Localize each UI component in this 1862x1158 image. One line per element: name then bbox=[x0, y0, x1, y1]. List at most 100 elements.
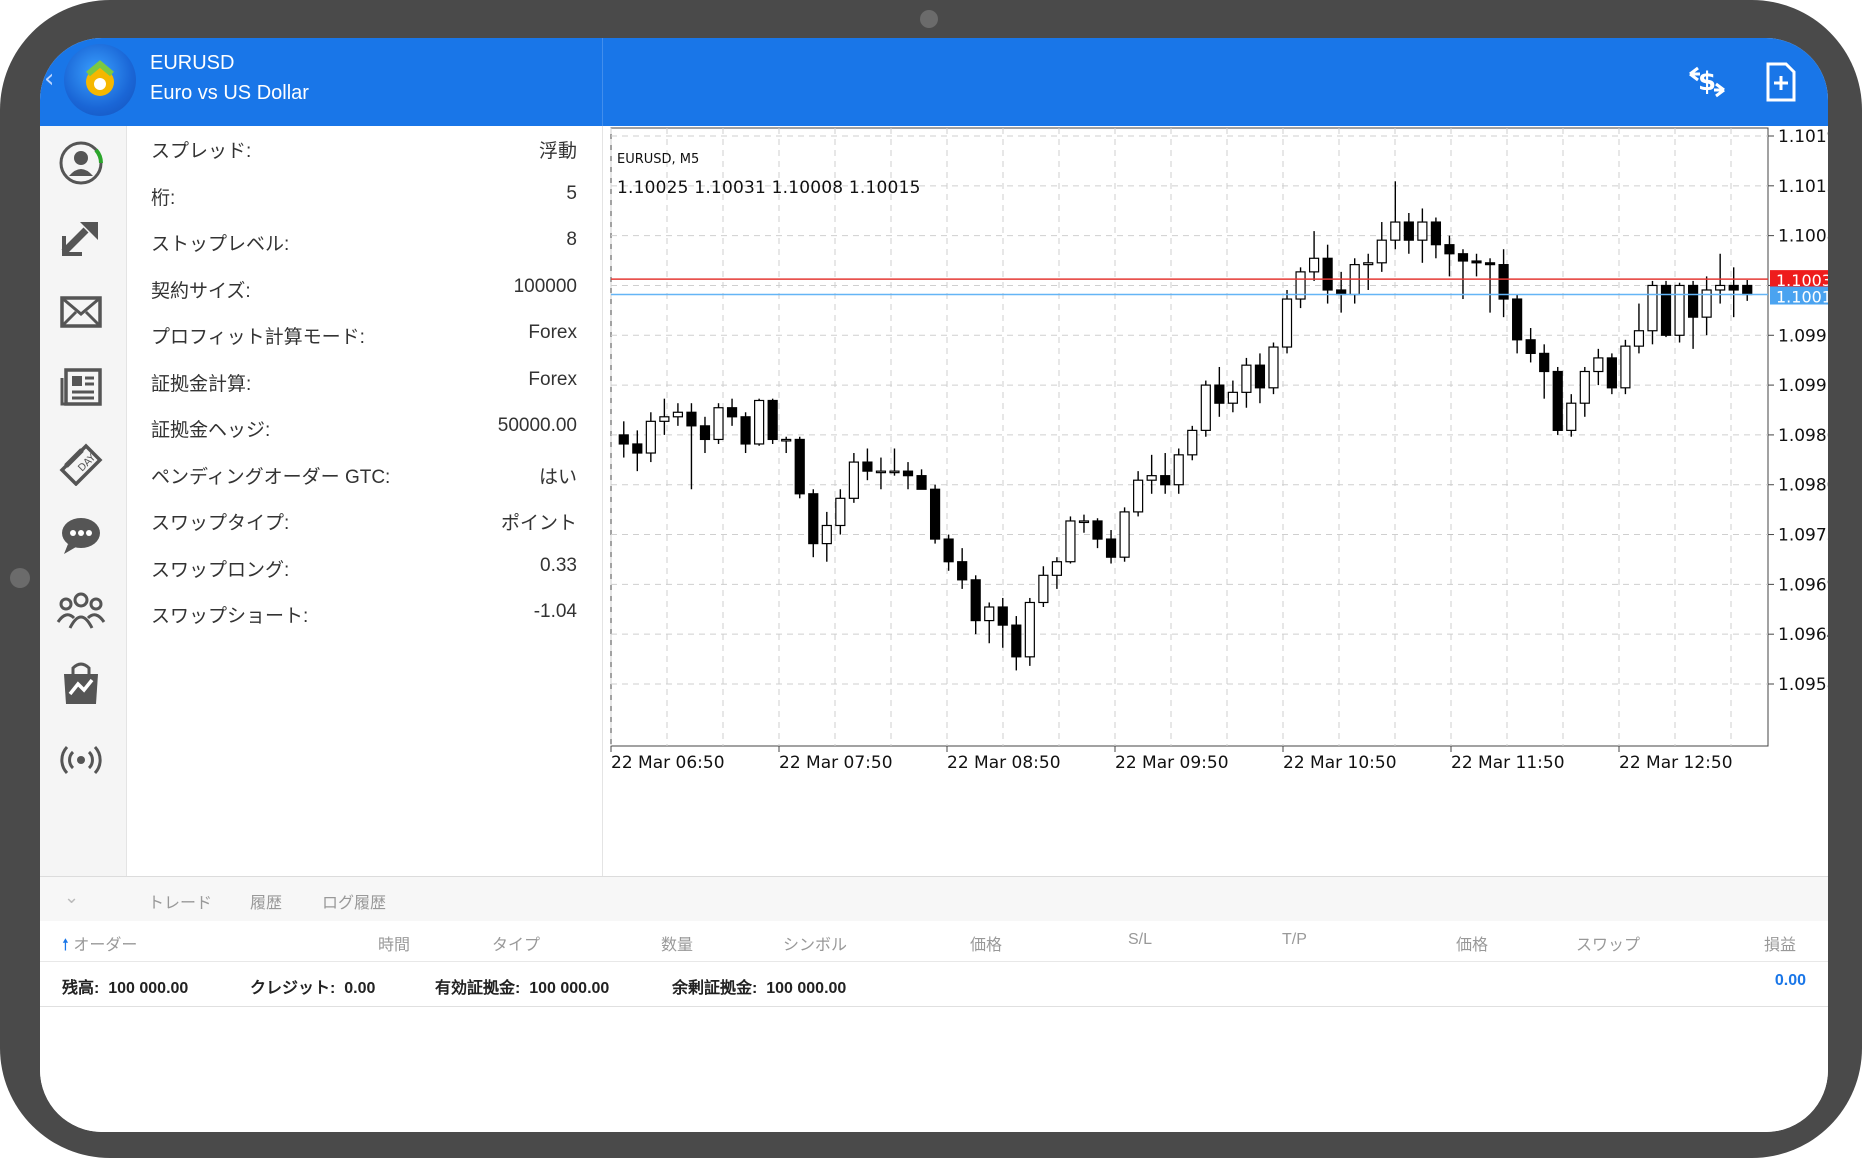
spec-value: 5 bbox=[566, 182, 577, 204]
price-label: 1.09915 bbox=[1778, 376, 1828, 396]
community-icon[interactable] bbox=[56, 584, 106, 634]
account-icon[interactable] bbox=[56, 138, 106, 188]
currency-exchange-icon[interactable]: $ bbox=[1684, 60, 1730, 104]
tab-history[interactable]: 履歴 bbox=[250, 889, 282, 913]
trade-arrows-icon[interactable] bbox=[56, 212, 106, 262]
candle-body bbox=[794, 438, 805, 495]
candle-body bbox=[1579, 370, 1590, 404]
candle-body bbox=[1539, 352, 1550, 373]
col-profit[interactable]: 損益 bbox=[1764, 931, 1796, 955]
candle-body bbox=[1660, 284, 1672, 336]
spec-value: 0.33 bbox=[540, 554, 577, 576]
candle-body bbox=[659, 416, 670, 422]
col-tp[interactable]: T/P bbox=[1282, 931, 1307, 949]
price-label: 1.09585 bbox=[1778, 675, 1828, 695]
free-margin: 余剰証拠金: 100 000.00 bbox=[672, 980, 847, 997]
calendar-icon[interactable]: DAY bbox=[56, 436, 106, 486]
back-chevron-icon[interactable]: ‹ bbox=[44, 64, 54, 94]
candle-body bbox=[632, 443, 643, 454]
candle-body bbox=[1024, 601, 1035, 658]
candle-body bbox=[1430, 221, 1442, 246]
toolbox-tabs: ⌄ トレード 履歴 ログ履歴 bbox=[40, 877, 1828, 921]
sort-up-arrow-icon: 🠕 bbox=[62, 937, 69, 954]
col-symbol[interactable]: シンボル bbox=[783, 931, 847, 955]
candle-body bbox=[1444, 244, 1455, 255]
news-icon[interactable] bbox=[56, 362, 106, 412]
spec-row: ペンディングオーダー GTC: はい bbox=[151, 462, 577, 492]
spec-value: 8 bbox=[566, 229, 577, 250]
spec-label: スワップロング: bbox=[151, 559, 290, 581]
tab-trade[interactable]: トレード bbox=[148, 889, 212, 913]
candle-body bbox=[1187, 429, 1198, 456]
price-chart[interactable]: 1.101901.101351.100801.100251.099701.099… bbox=[603, 126, 1828, 876]
side-button bbox=[10, 568, 30, 588]
candle-body bbox=[957, 561, 968, 581]
candle-body bbox=[1512, 298, 1523, 341]
col-volume[interactable]: 数量 bbox=[661, 931, 693, 955]
candle-body bbox=[1484, 262, 1496, 266]
col-time[interactable]: 時間 bbox=[378, 931, 410, 955]
market-bag-icon[interactable] bbox=[56, 658, 106, 708]
top-bar: ‹ EURUSD Euro vs US Dollar $ bbox=[40, 38, 1828, 126]
price-label: 1.09970 bbox=[1778, 326, 1828, 346]
candle-body bbox=[686, 411, 697, 427]
candle-body bbox=[767, 399, 778, 441]
equity: 有効証拠金: 100 000.00 bbox=[435, 980, 610, 997]
col-type[interactable]: タイプ bbox=[492, 931, 540, 955]
symbol-description: Euro vs US Dollar bbox=[150, 82, 309, 104]
spec-label: 契約サイズ: bbox=[151, 280, 251, 302]
spec-label: ストップレベル: bbox=[151, 234, 290, 255]
price-label: 1.09695 bbox=[1778, 575, 1828, 595]
tablet-frame: ‹ EURUSD Euro vs US Dollar $ DAY スプレッド: … bbox=[0, 0, 1862, 1158]
candle-body bbox=[1133, 479, 1144, 513]
time-label: 22 Mar 12:50 bbox=[1619, 753, 1733, 773]
candle-body bbox=[1593, 357, 1604, 373]
candle-body bbox=[740, 416, 751, 445]
candle-body bbox=[943, 538, 954, 563]
candle-body bbox=[1606, 357, 1617, 389]
spec-label: 証拠金ヘッジ: bbox=[151, 420, 271, 441]
spec-value: -1.04 bbox=[533, 601, 577, 622]
col-sl[interactable]: S/L bbox=[1128, 931, 1152, 949]
bid-price-label: 1.10015 bbox=[1776, 288, 1828, 307]
candle-body bbox=[1241, 364, 1252, 393]
col-price-current[interactable]: 価格 bbox=[1456, 931, 1488, 955]
price-label: 1.09860 bbox=[1778, 426, 1828, 446]
left-nav: DAY bbox=[40, 126, 127, 876]
collapse-chevron-icon[interactable]: ⌄ bbox=[64, 887, 79, 908]
candle-body bbox=[1254, 364, 1266, 389]
chat-icon[interactable] bbox=[56, 510, 106, 560]
spec-value: ポイント bbox=[500, 513, 577, 534]
candle-body bbox=[1674, 284, 1685, 336]
signal-broadcast-icon[interactable] bbox=[56, 732, 106, 782]
candle-body bbox=[1566, 402, 1577, 431]
candle-body bbox=[1633, 330, 1645, 347]
tab-journal[interactable]: ログ履歴 bbox=[322, 889, 386, 913]
toolbox-panel: ⌄ トレード 履歴 ログ履歴 🠕 オーダー 時間 タイプ 数量 シンボル 価格 … bbox=[40, 876, 1828, 1132]
chart-title: EURUSD, M5 bbox=[617, 152, 700, 167]
new-document-icon[interactable] bbox=[1758, 60, 1804, 104]
price-label: 1.09805 bbox=[1778, 476, 1828, 496]
spec-row: 桁: 5 bbox=[151, 183, 577, 213]
candle-body bbox=[997, 606, 1008, 626]
candle-body bbox=[754, 399, 765, 445]
candle-body bbox=[1525, 339, 1536, 354]
candle-body bbox=[1376, 239, 1387, 264]
time-label: 22 Mar 08:50 bbox=[947, 753, 1061, 773]
spec-row: スプレッド: 浮動 bbox=[151, 136, 577, 166]
col-price[interactable]: 価格 bbox=[970, 931, 1002, 955]
spec-value: 浮動 bbox=[538, 141, 577, 162]
candle-body bbox=[835, 497, 846, 527]
candle-body bbox=[970, 579, 981, 622]
candle-body bbox=[726, 407, 738, 418]
chart-canvas[interactable]: 1.101901.101351.100801.100251.099701.099… bbox=[603, 126, 1828, 876]
col-swap[interactable]: スワップ bbox=[1576, 931, 1640, 955]
candle-body bbox=[781, 438, 792, 442]
candle-body bbox=[1092, 520, 1103, 540]
col-order[interactable]: 🠕 オーダー bbox=[62, 931, 137, 961]
spec-label: 桁: bbox=[151, 187, 176, 209]
mail-icon[interactable] bbox=[56, 286, 106, 336]
candle-body bbox=[1715, 284, 1726, 291]
time-label: 22 Mar 06:50 bbox=[611, 753, 725, 773]
spec-value: 50000.00 bbox=[497, 415, 577, 436]
